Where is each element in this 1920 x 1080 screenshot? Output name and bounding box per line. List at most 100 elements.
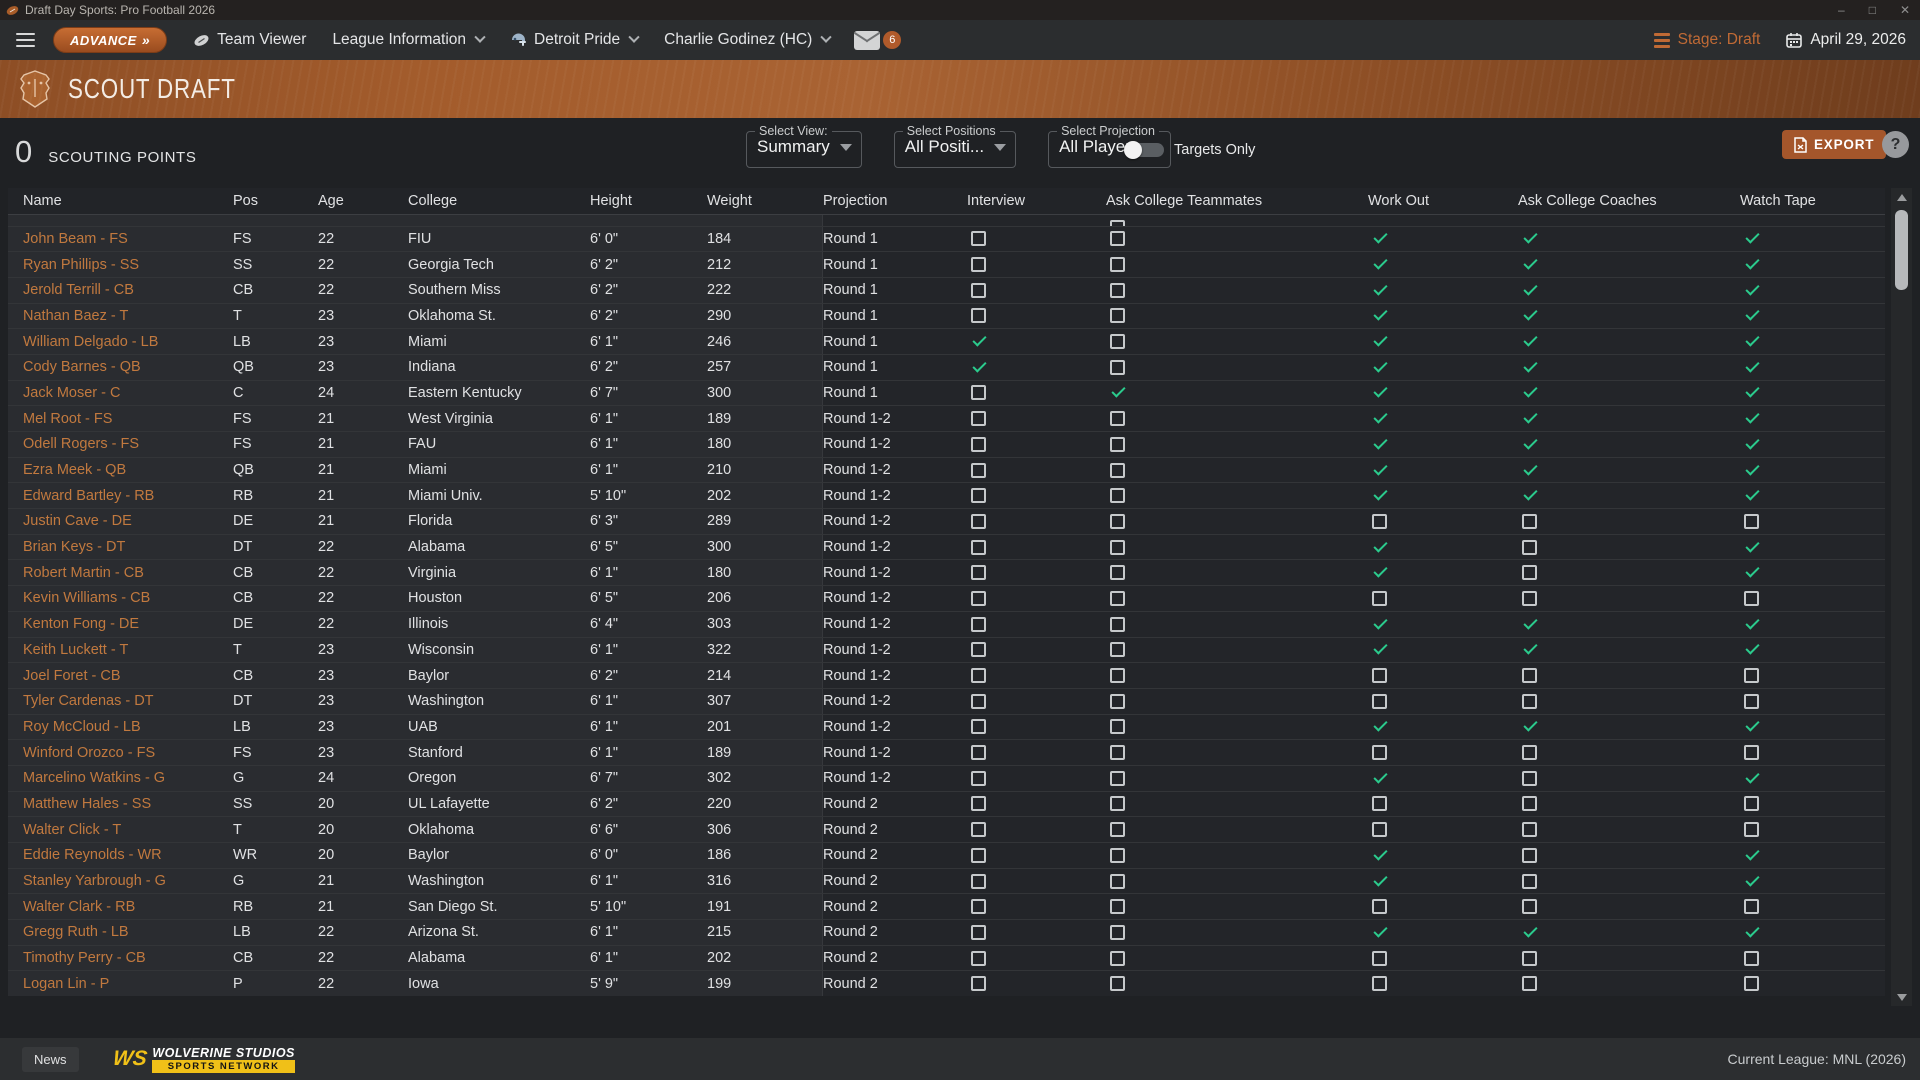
advance-button[interactable]: ADVANCE » (53, 27, 167, 53)
coaches-checkbox[interactable] (1522, 514, 1537, 529)
teammates-checkbox[interactable] (1110, 925, 1125, 940)
interview-checkbox[interactable] (971, 719, 986, 734)
teammates-checkbox[interactable] (1110, 745, 1125, 760)
scroll-up-arrow-icon[interactable] (1891, 190, 1912, 204)
nav-item-team-viewer[interactable]: Team Viewer (193, 31, 306, 49)
player-name-link[interactable]: Walter Click - T (8, 817, 233, 842)
teammates-checkbox[interactable] (1110, 719, 1125, 734)
interview-checkbox[interactable] (971, 565, 986, 580)
column-header-work-out[interactable]: Work Out (1368, 188, 1518, 214)
teammates-checkbox[interactable] (1110, 283, 1125, 298)
positions-select[interactable]: Select Positions All Positi... (894, 124, 1016, 168)
column-header-age[interactable]: Age (318, 188, 408, 214)
workout-checkbox[interactable] (1372, 899, 1387, 914)
interview-checkbox[interactable] (971, 514, 986, 529)
column-header-watch-tape[interactable]: Watch Tape (1740, 188, 1885, 214)
player-name-link[interactable]: Brian Keys - DT (8, 535, 233, 560)
interview-checkbox[interactable] (971, 745, 986, 760)
interview-checkbox[interactable] (971, 617, 986, 632)
tape-checkbox[interactable] (1744, 514, 1759, 529)
coaches-checkbox[interactable] (1522, 591, 1537, 606)
player-name-link[interactable]: John Beam - FS (8, 227, 233, 252)
teammates-checkbox[interactable] (1110, 565, 1125, 580)
interview-checkbox[interactable] (971, 925, 986, 940)
teammates-checkbox[interactable] (1110, 591, 1125, 606)
coaches-checkbox[interactable] (1522, 899, 1537, 914)
player-name-link[interactable]: Jack Moser - C (8, 381, 233, 406)
workout-checkbox[interactable] (1372, 591, 1387, 606)
player-name-link[interactable]: Stanley Yarbrough - G (8, 869, 233, 894)
tape-checkbox[interactable] (1744, 745, 1759, 760)
view-select[interactable]: Select View: Summary (746, 124, 862, 168)
column-header-height[interactable]: Height (590, 188, 707, 214)
teammates-checkbox[interactable] (1110, 231, 1125, 246)
news-button[interactable]: News (22, 1047, 79, 1072)
player-name-link[interactable]: Walter Clark - RB (8, 894, 233, 919)
coaches-checkbox[interactable] (1522, 822, 1537, 837)
interview-checkbox[interactable] (971, 899, 986, 914)
interview-checkbox[interactable] (971, 385, 986, 400)
player-name-link[interactable]: Eddie Reynolds - WR (8, 843, 233, 868)
vertical-scrollbar[interactable] (1891, 188, 1912, 1006)
nav-item-league-information[interactable]: League Information (332, 31, 484, 49)
teammates-checkbox[interactable] (1110, 694, 1125, 709)
close-button[interactable]: ✕ (1900, 3, 1910, 17)
workout-checkbox[interactable] (1372, 796, 1387, 811)
player-name-link[interactable]: Odell Rogers - FS (8, 432, 233, 457)
tape-checkbox[interactable] (1744, 668, 1759, 683)
interview-checkbox[interactable] (971, 231, 986, 246)
player-name-link[interactable]: Keith Luckett - T (8, 638, 233, 663)
interview-checkbox[interactable] (971, 283, 986, 298)
player-name-link[interactable]: Jerold Terrill - CB (8, 278, 233, 303)
teammates-checkbox[interactable] (1110, 899, 1125, 914)
player-name-link[interactable]: Ezra Meek - QB (8, 458, 233, 483)
teammates-checkbox[interactable] (1110, 463, 1125, 478)
teammates-checkbox[interactable] (1110, 617, 1125, 632)
player-name-link[interactable]: Robert Martin - CB (8, 560, 233, 585)
teammates-checkbox[interactable] (1110, 848, 1125, 863)
player-name-link[interactable]: Winford Orozco - FS (8, 740, 233, 765)
interview-checkbox[interactable] (971, 257, 986, 272)
teammates-checkbox[interactable] (1110, 642, 1125, 657)
player-name-link[interactable]: Nathan Baez - T (8, 304, 233, 329)
player-name-link[interactable]: Timothy Perry - CB (8, 946, 233, 971)
interview-checkbox[interactable] (971, 540, 986, 555)
interview-checkbox[interactable] (971, 694, 986, 709)
coaches-checkbox[interactable] (1522, 874, 1537, 889)
teammates-checkbox[interactable] (1110, 411, 1125, 426)
player-name-link[interactable]: Kevin Williams - CB (8, 586, 233, 611)
column-header-college[interactable]: College (408, 188, 590, 214)
interview-checkbox[interactable] (971, 488, 986, 503)
player-name-link[interactable]: Cody Barnes - QB (8, 355, 233, 380)
coaches-checkbox[interactable] (1522, 771, 1537, 786)
workout-checkbox[interactable] (1372, 514, 1387, 529)
workout-checkbox[interactable] (1372, 822, 1387, 837)
player-name-link[interactable]: Gregg Ruth - LB (8, 920, 233, 945)
player-name-link[interactable]: Mel Root - FS (8, 406, 233, 431)
column-header-name[interactable]: Name (8, 188, 233, 214)
teammates-checkbox[interactable] (1110, 488, 1125, 503)
interview-checkbox[interactable] (971, 822, 986, 837)
interview-checkbox[interactable] (971, 848, 986, 863)
stage-indicator[interactable]: Stage: Draft (1654, 31, 1761, 49)
teammates-checkbox[interactable] (1110, 796, 1125, 811)
teammates-checkbox[interactable] (1110, 771, 1125, 786)
column-header-pos[interactable]: Pos (233, 188, 318, 214)
player-name-link[interactable]: Edward Bartley - RB (8, 483, 233, 508)
player-name-link[interactable]: Joel Foret - CB (8, 663, 233, 688)
teammates-checkbox[interactable] (1110, 308, 1125, 323)
interview-checkbox[interactable] (971, 796, 986, 811)
scrollbar-thumb[interactable] (1895, 210, 1908, 290)
teammates-checkbox[interactable] (1110, 668, 1125, 683)
workout-checkbox[interactable] (1372, 694, 1387, 709)
interview-checkbox[interactable] (971, 591, 986, 606)
workout-checkbox[interactable] (1372, 745, 1387, 760)
teammates-checkbox[interactable] (1110, 951, 1125, 966)
workout-checkbox[interactable] (1372, 976, 1387, 991)
mail-button[interactable]: 6 (854, 31, 901, 50)
coaches-checkbox[interactable] (1522, 951, 1537, 966)
player-name-link[interactable]: Tyler Cardenas - DT (8, 689, 233, 714)
tape-checkbox[interactable] (1744, 822, 1759, 837)
player-name-link[interactable]: Logan Lin - P (8, 971, 233, 996)
teammates-checkbox[interactable] (1110, 874, 1125, 889)
